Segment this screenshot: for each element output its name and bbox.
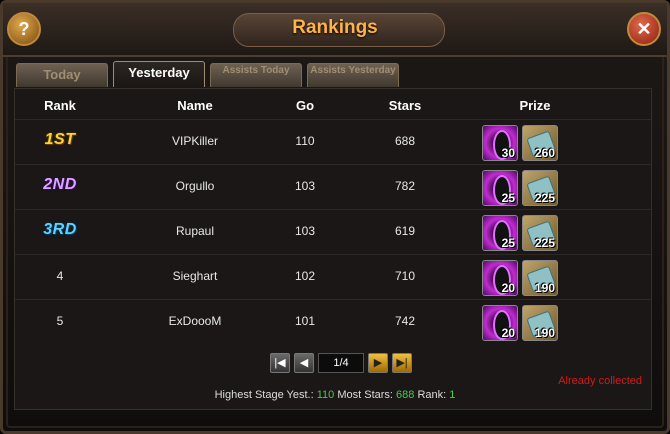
player-name: Orgullo	[175, 179, 215, 193]
tab-assists-yesterday[interactable]: Assists Yesterday	[307, 63, 399, 87]
table-row: 5 ExDoooM 101 742 20 190	[15, 299, 651, 344]
prize-group: 25 225	[482, 215, 582, 251]
table-row: 2ND Orgullo 103 782 25 225	[15, 164, 651, 209]
rank-value: 1	[449, 389, 456, 401]
header-prize: Prize	[519, 98, 551, 113]
stars-value: 688	[394, 134, 416, 148]
stars-value: 710	[394, 269, 416, 283]
close-icon: ✕	[636, 19, 652, 39]
player-name: VIPKiller	[171, 134, 218, 148]
close-button[interactable]: ✕	[627, 12, 661, 46]
highest-stage-value: 110	[316, 389, 335, 401]
table-row: 1ST VIPKiller 110 688 30 260	[15, 119, 651, 164]
dark-gem-icon[interactable]: 20	[482, 305, 518, 341]
page-indicator: 1/4	[318, 353, 364, 373]
prev-page-icon: ◀	[299, 357, 309, 369]
rank-medal-silver: 2ND	[43, 176, 77, 193]
title-bar: Rankings ? ✕	[3, 3, 667, 57]
dark-gem-icon[interactable]: 25	[482, 170, 518, 206]
prize-count: 20	[501, 326, 515, 340]
rankings-window: Rankings ? ✕ Today Yesterday Assists Tod…	[0, 0, 670, 434]
last-page-icon: ▶|	[396, 357, 408, 369]
first-page-icon: |◀	[274, 357, 286, 369]
prize-count: 190	[534, 326, 555, 340]
prize-group: 30 260	[482, 125, 582, 161]
prize-count: 20	[501, 281, 515, 295]
first-page-button[interactable]: |◀	[270, 353, 290, 373]
header-go: Go	[295, 98, 315, 113]
go-value: 110	[295, 134, 315, 148]
stars-value: 782	[394, 179, 416, 193]
go-value: 102	[294, 269, 316, 283]
header-stars: Stars	[388, 98, 422, 113]
player-name: Rupaul	[175, 224, 215, 238]
prev-page-button[interactable]: ◀	[294, 353, 314, 373]
prize-count: 25	[501, 236, 515, 250]
prize-count: 190	[534, 281, 555, 295]
next-page-button[interactable]: ▶	[368, 353, 388, 373]
scroll-icon[interactable]: 225	[522, 215, 558, 251]
player-name: Sieghart	[172, 269, 218, 283]
table-row: 3RD Rupaul 103 619 25 225	[15, 209, 651, 254]
prize-count: 30	[501, 146, 515, 160]
dark-gem-icon[interactable]: 20	[482, 260, 518, 296]
rank-medal-bronze: 3RD	[43, 221, 77, 238]
most-stars-value: 688	[396, 389, 415, 401]
go-value: 103	[294, 224, 316, 238]
rank-medal-gold: 1ST	[44, 131, 76, 148]
stars-value: 619	[394, 224, 416, 238]
go-value: 101	[294, 314, 316, 328]
next-page-icon: ▶	[373, 357, 383, 369]
prize-count: 25	[501, 191, 515, 205]
rank-number: 5	[56, 314, 64, 328]
collected-status: Already collected	[558, 375, 642, 387]
header-name: Name	[177, 98, 213, 113]
scroll-icon[interactable]: 225	[522, 170, 558, 206]
prize-count: 260	[534, 146, 555, 160]
tab-assists-today[interactable]: Assists Today	[210, 63, 302, 87]
go-value: 103	[294, 179, 316, 193]
most-stars-label: Most Stars:	[337, 389, 393, 401]
rank-label: Rank:	[417, 389, 447, 401]
rank-number: 4	[56, 269, 64, 283]
table-header: Rank Name Go Stars Prize	[15, 89, 651, 119]
help-button[interactable]: ?	[7, 12, 41, 46]
player-name: ExDoooM	[168, 314, 222, 328]
tab-yesterday[interactable]: Yesterday	[113, 61, 205, 87]
header-rank: Rank	[44, 98, 76, 113]
prize-count: 225	[534, 191, 555, 205]
highest-stage-label: Highest Stage Yest.:	[214, 389, 314, 401]
table-row: 4 Sieghart 102 710 20 190	[15, 254, 651, 299]
stars-value: 742	[394, 314, 416, 328]
window-title: Rankings	[292, 17, 378, 38]
prize-count: 225	[534, 236, 555, 250]
summary-footer: Highest Stage Yest.: 110 Most Stars: 688…	[3, 389, 667, 401]
scroll-icon[interactable]: 190	[522, 260, 558, 296]
tab-today[interactable]: Today	[16, 63, 108, 87]
prize-group: 20 190	[482, 260, 582, 296]
scroll-icon[interactable]: 260	[522, 125, 558, 161]
scroll-icon[interactable]: 190	[522, 305, 558, 341]
question-icon: ?	[18, 19, 30, 39]
last-page-button[interactable]: ▶|	[392, 353, 412, 373]
dark-gem-icon[interactable]: 30	[482, 125, 518, 161]
prize-group: 20 190	[482, 305, 582, 341]
prize-group: 25 225	[482, 170, 582, 206]
dark-gem-icon[interactable]: 25	[482, 215, 518, 251]
